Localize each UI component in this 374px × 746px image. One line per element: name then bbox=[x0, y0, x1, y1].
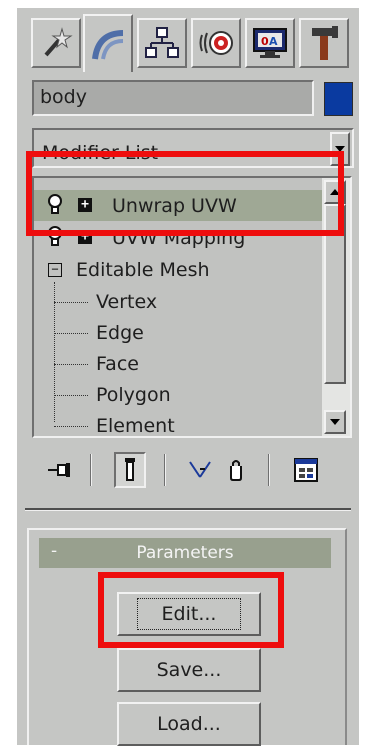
motion-icon bbox=[199, 31, 233, 55]
sub-object-edge[interactable]: Edge bbox=[34, 317, 322, 348]
edit-button[interactable]: Edit... bbox=[117, 592, 261, 636]
pin-stack-icon[interactable] bbox=[44, 452, 76, 488]
show-end-result-icon[interactable] bbox=[114, 452, 146, 488]
remove-modifier-icon[interactable] bbox=[220, 452, 252, 488]
scrollbar-thumb[interactable] bbox=[324, 204, 346, 384]
save-button[interactable]: Save... bbox=[117, 648, 261, 692]
rollout-title: Parameters bbox=[136, 543, 234, 563]
svg-text:0: 0 bbox=[261, 35, 269, 48]
scroll-down-arrow-icon[interactable] bbox=[324, 410, 346, 434]
stack-item-label: UVW Mapping bbox=[112, 226, 246, 249]
stack-item-unwrap-uvw[interactable]: + Unwrap UVW bbox=[34, 190, 322, 221]
toolbar-separator bbox=[164, 454, 166, 486]
tab-utilities[interactable] bbox=[299, 18, 349, 68]
tab-hierarchy[interactable] bbox=[137, 18, 187, 68]
tab-motion[interactable] bbox=[191, 18, 241, 68]
toolbar-separator bbox=[90, 454, 92, 486]
toolbar-separator bbox=[268, 454, 270, 486]
save-button-label: Save... bbox=[156, 659, 222, 681]
parameters-rollout-header[interactable]: - Parameters bbox=[39, 538, 331, 568]
stack-toolbar bbox=[32, 448, 354, 492]
modify-bend-icon bbox=[92, 30, 124, 60]
lightbulb-icon[interactable] bbox=[48, 226, 62, 248]
load-button[interactable]: Load... bbox=[117, 702, 261, 746]
display-monitor-icon: 0 A bbox=[253, 28, 287, 58]
scroll-up-arrow-icon[interactable] bbox=[324, 180, 346, 204]
modifier-list-dropdown[interactable]: Modifier List bbox=[32, 128, 354, 168]
tab-create[interactable] bbox=[31, 18, 81, 68]
sub-object-vertex[interactable]: Vertex bbox=[34, 286, 322, 317]
sub-object-polygon[interactable]: Polygon bbox=[34, 379, 322, 410]
edit-button-label: Edit... bbox=[136, 598, 242, 630]
tab-display[interactable]: 0 A bbox=[245, 18, 295, 68]
modifier-stack: + Unwrap UVW + UVW Mapping − Editable Me… bbox=[32, 176, 352, 438]
stack-item-editable-mesh[interactable]: − Editable Mesh bbox=[34, 254, 322, 285]
dropdown-arrow-icon[interactable] bbox=[330, 132, 350, 166]
parameters-rollout: - Parameters Edit... Save... Load... bbox=[27, 528, 347, 746]
sub-object-element[interactable]: Element bbox=[34, 410, 322, 437]
panel-divider bbox=[25, 508, 351, 511]
object-name-field[interactable]: body bbox=[32, 80, 314, 116]
collapse-minus-icon[interactable]: − bbox=[48, 263, 62, 277]
make-unique-icon[interactable] bbox=[184, 452, 216, 488]
stack-item-label: Unwrap UVW bbox=[112, 194, 237, 217]
command-panel: 0 A body Modifier List + Unwrap UVW + UV… bbox=[17, 8, 359, 746]
stack-item-label: Editable Mesh bbox=[76, 258, 210, 281]
lightbulb-icon[interactable] bbox=[48, 194, 62, 216]
svg-text:A: A bbox=[269, 35, 278, 48]
expand-plus-icon[interactable]: + bbox=[78, 230, 92, 244]
stack-item-uvw-mapping[interactable]: + UVW Mapping bbox=[34, 222, 322, 253]
modifier-list-value: Modifier List bbox=[42, 142, 159, 164]
sub-object-face[interactable]: Face bbox=[34, 348, 322, 379]
rollout-collapse-icon[interactable]: - bbox=[51, 541, 57, 561]
wand-star-icon bbox=[44, 27, 73, 57]
expand-plus-icon[interactable]: + bbox=[78, 198, 92, 212]
object-color-swatch[interactable] bbox=[324, 82, 353, 116]
hammer-icon bbox=[312, 26, 338, 60]
stack-scrollbar[interactable] bbox=[322, 178, 350, 436]
hierarchy-icon bbox=[145, 27, 179, 58]
command-panel-tabs: 0 A bbox=[31, 14, 353, 72]
tab-modify[interactable] bbox=[83, 14, 133, 72]
configure-modifier-sets-icon[interactable] bbox=[290, 452, 322, 488]
load-button-label: Load... bbox=[157, 713, 221, 735]
